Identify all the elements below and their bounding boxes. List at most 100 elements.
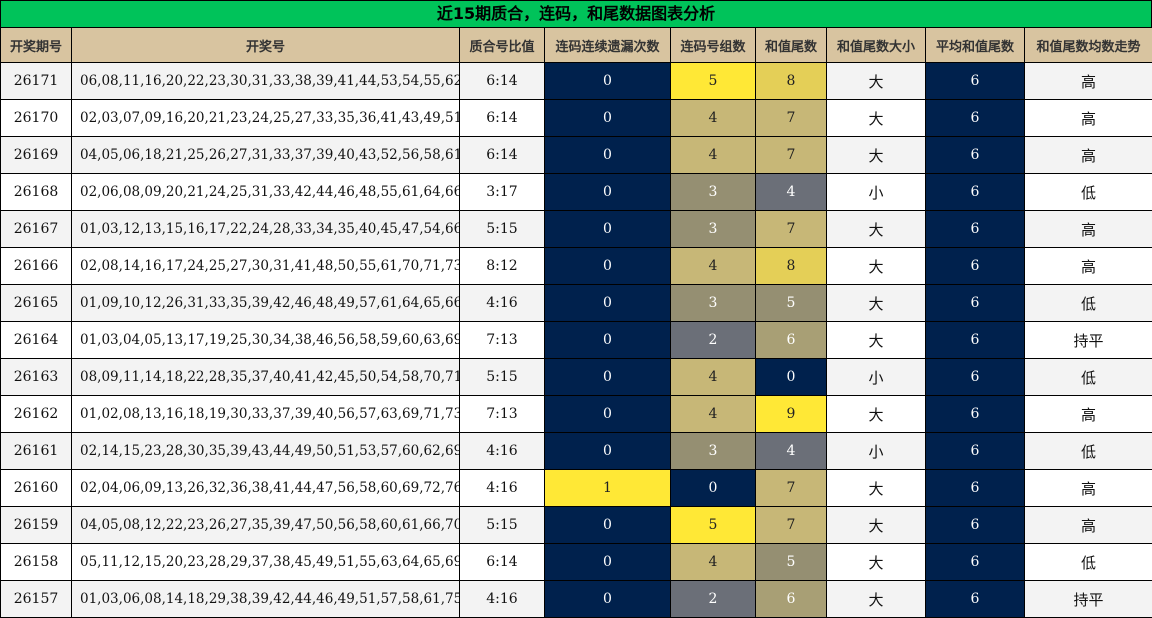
analysis-table: 开奖期号 开奖号 质合号比值 连码连续遗漏次数 连码号组数 和值尾数 和值尾数大… bbox=[0, 27, 1152, 618]
cell-ratio: 7:13 bbox=[459, 395, 545, 433]
cell-numbers: 01,03,12,13,15,16,17,22,24,28,33,34,35,4… bbox=[71, 210, 460, 248]
cell-average-trend: 低 bbox=[1024, 432, 1152, 470]
cell-average-trend: 高 bbox=[1024, 99, 1152, 137]
cell-consecutive-miss: 0 bbox=[544, 321, 671, 359]
cell-ratio: 6:14 bbox=[459, 136, 545, 174]
cell-consecutive-miss: 0 bbox=[544, 210, 671, 248]
cell-consecutive-groups: 4 bbox=[670, 136, 756, 174]
table-row: 26159 04,05,08,12,22,23,26,27,35,39,47,50… bbox=[0, 506, 1152, 544]
cell-period: 26165 bbox=[0, 284, 72, 322]
cell-average-trend: 高 bbox=[1024, 395, 1152, 433]
cell-period: 26164 bbox=[0, 321, 72, 359]
cell-sum-tail-size: 大 bbox=[826, 580, 926, 618]
cell-period: 26163 bbox=[0, 358, 72, 396]
cell-average-sum-tail: 6 bbox=[925, 395, 1025, 433]
cell-consecutive-groups: 2 bbox=[670, 321, 756, 359]
cell-consecutive-miss: 0 bbox=[544, 136, 671, 174]
table-row: 26170 02,03,07,09,16,20,21,23,24,25,27,33… bbox=[0, 99, 1152, 137]
table-row: 26166 02,08,14,16,17,24,25,27,30,31,41,48… bbox=[0, 247, 1152, 285]
cell-sum-tail-size: 小 bbox=[826, 432, 926, 470]
cell-consecutive-miss: 0 bbox=[544, 432, 671, 470]
cell-consecutive-miss: 0 bbox=[544, 99, 671, 137]
cell-numbers: 04,05,06,18,21,25,26,27,31,33,37,39,40,4… bbox=[71, 136, 460, 174]
cell-numbers: 01,03,04,05,13,17,19,25,30,34,38,46,56,5… bbox=[71, 321, 460, 359]
cell-average-trend: 高 bbox=[1024, 469, 1152, 507]
cell-average-trend: 低 bbox=[1024, 358, 1152, 396]
cell-sum-tail: 4 bbox=[755, 432, 827, 470]
cell-sum-tail-size: 大 bbox=[826, 469, 926, 507]
table-row: 26162 01,02,08,13,16,18,19,30,33,37,39,40… bbox=[0, 395, 1152, 433]
cell-period: 26171 bbox=[0, 62, 72, 100]
cell-sum-tail-size: 大 bbox=[826, 543, 926, 581]
table-row: 26158 05,11,12,15,20,23,28,29,37,38,45,49… bbox=[0, 543, 1152, 581]
header-sum-tail: 和值尾数 bbox=[755, 27, 827, 63]
table-row: 26160 02,04,06,09,13,26,32,36,38,41,44,47… bbox=[0, 469, 1152, 507]
cell-ratio: 6:14 bbox=[459, 543, 545, 581]
cell-sum-tail-size: 大 bbox=[826, 62, 926, 100]
cell-period: 26167 bbox=[0, 210, 72, 248]
cell-sum-tail: 7 bbox=[755, 469, 827, 507]
table-row: 26168 02,06,08,09,20,21,24,25,31,33,42,44… bbox=[0, 173, 1152, 211]
cell-consecutive-groups: 0 bbox=[670, 469, 756, 507]
cell-average-sum-tail: 6 bbox=[925, 321, 1025, 359]
cell-sum-tail-size: 大 bbox=[826, 99, 926, 137]
cell-average-sum-tail: 6 bbox=[925, 210, 1025, 248]
cell-average-sum-tail: 6 bbox=[925, 432, 1025, 470]
cell-sum-tail: 7 bbox=[755, 99, 827, 137]
cell-average-trend: 持平 bbox=[1024, 580, 1152, 618]
cell-average-sum-tail: 6 bbox=[925, 284, 1025, 322]
cell-consecutive-groups: 2 bbox=[670, 580, 756, 618]
cell-average-sum-tail: 6 bbox=[925, 469, 1025, 507]
cell-numbers: 04,05,08,12,22,23,26,27,35,39,47,50,56,5… bbox=[71, 506, 460, 544]
cell-consecutive-miss: 0 bbox=[544, 543, 671, 581]
table-row: 26161 02,14,15,23,28,30,35,39,43,44,49,50… bbox=[0, 432, 1152, 470]
cell-sum-tail: 6 bbox=[755, 321, 827, 359]
cell-average-sum-tail: 6 bbox=[925, 543, 1025, 581]
cell-average-sum-tail: 6 bbox=[925, 62, 1025, 100]
cell-period: 26170 bbox=[0, 99, 72, 137]
cell-consecutive-miss: 0 bbox=[544, 62, 671, 100]
header-average-trend: 和值尾数均数走势 bbox=[1024, 27, 1152, 63]
cell-consecutive-groups: 4 bbox=[670, 358, 756, 396]
table-row: 26164 01,03,04,05,13,17,19,25,30,34,38,46… bbox=[0, 321, 1152, 359]
cell-average-sum-tail: 6 bbox=[925, 173, 1025, 211]
cell-consecutive-groups: 3 bbox=[670, 432, 756, 470]
table-row: 26163 08,09,11,14,18,22,28,35,37,40,41,42… bbox=[0, 358, 1152, 396]
cell-consecutive-groups: 4 bbox=[670, 395, 756, 433]
cell-sum-tail: 8 bbox=[755, 247, 827, 285]
cell-average-sum-tail: 6 bbox=[925, 136, 1025, 174]
cell-ratio: 3:17 bbox=[459, 173, 545, 211]
cell-numbers: 08,09,11,14,18,22,28,35,37,40,41,42,45,5… bbox=[71, 358, 460, 396]
cell-sum-tail: 0 bbox=[755, 358, 827, 396]
cell-period: 26166 bbox=[0, 247, 72, 285]
cell-ratio: 7:13 bbox=[459, 321, 545, 359]
cell-numbers: 01,03,06,08,14,18,29,38,39,42,44,46,49,5… bbox=[71, 580, 460, 618]
cell-sum-tail-size: 大 bbox=[826, 284, 926, 322]
cell-sum-tail-size: 大 bbox=[826, 247, 926, 285]
cell-ratio: 4:16 bbox=[459, 580, 545, 618]
cell-sum-tail-size: 大 bbox=[826, 210, 926, 248]
cell-consecutive-groups: 3 bbox=[670, 210, 756, 248]
cell-sum-tail-size: 小 bbox=[826, 358, 926, 396]
cell-period: 26160 bbox=[0, 469, 72, 507]
cell-numbers: 01,02,08,13,16,18,19,30,33,37,39,40,56,5… bbox=[71, 395, 460, 433]
cell-period: 26157 bbox=[0, 580, 72, 618]
cell-sum-tail: 5 bbox=[755, 543, 827, 581]
cell-period: 26169 bbox=[0, 136, 72, 174]
cell-sum-tail-size: 大 bbox=[826, 136, 926, 174]
header-row: 开奖期号 开奖号 质合号比值 连码连续遗漏次数 连码号组数 和值尾数 和值尾数大… bbox=[0, 27, 1152, 63]
cell-average-trend: 低 bbox=[1024, 173, 1152, 211]
cell-average-sum-tail: 6 bbox=[925, 358, 1025, 396]
cell-numbers: 02,06,08,09,20,21,24,25,31,33,42,44,46,4… bbox=[71, 173, 460, 211]
cell-ratio: 6:14 bbox=[459, 62, 545, 100]
cell-ratio: 4:16 bbox=[459, 469, 545, 507]
cell-average-trend: 低 bbox=[1024, 543, 1152, 581]
cell-sum-tail-size: 大 bbox=[826, 321, 926, 359]
cell-sum-tail: 7 bbox=[755, 506, 827, 544]
cell-consecutive-groups: 4 bbox=[670, 247, 756, 285]
cell-period: 26162 bbox=[0, 395, 72, 433]
cell-ratio: 6:14 bbox=[459, 99, 545, 137]
header-sum-tail-size: 和值尾数大小 bbox=[826, 27, 926, 63]
cell-ratio: 5:15 bbox=[459, 358, 545, 396]
cell-consecutive-groups: 3 bbox=[670, 173, 756, 211]
